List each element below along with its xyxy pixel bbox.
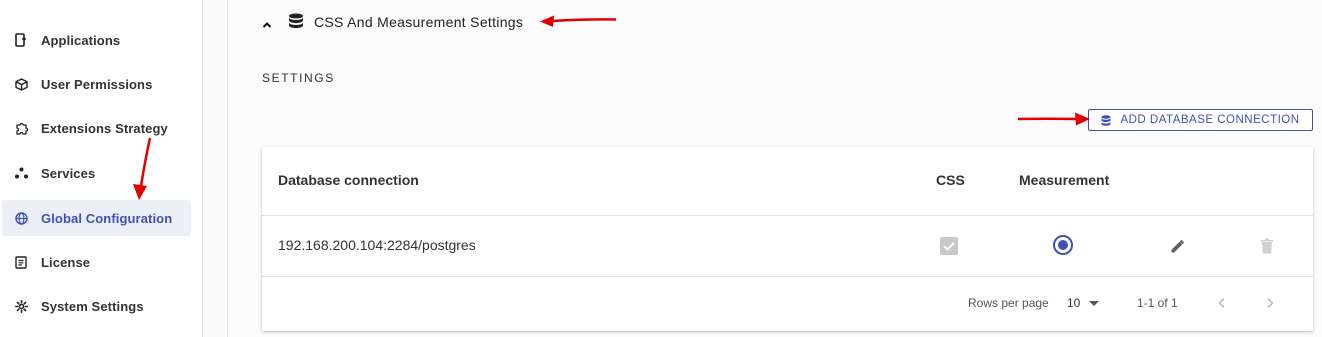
trash-icon[interactable] xyxy=(1259,237,1275,255)
rows-per-page-value: 10 xyxy=(1067,296,1081,310)
annotation-arrow-icon xyxy=(1017,112,1090,126)
chevron-up-icon xyxy=(262,17,272,28)
services-icon xyxy=(14,166,28,180)
pencil-icon[interactable] xyxy=(1169,237,1187,255)
sidebar-item-services[interactable]: Services xyxy=(2,155,191,191)
sidebar-item-applications[interactable]: Applications xyxy=(2,22,191,58)
puzzle-icon xyxy=(14,121,28,135)
section-toggle[interactable]: CSS And Measurement Settings xyxy=(262,10,523,34)
sidebar-item-label: User Permissions xyxy=(41,76,153,92)
add-database-connection-button[interactable]: ADD DATABASE CONNECTION xyxy=(1088,109,1313,131)
sidebar-item-license[interactable]: License xyxy=(2,244,191,280)
sidebar-item-label: Extensions Strategy xyxy=(41,120,168,136)
column-header-measurement: Measurement xyxy=(1019,172,1110,188)
column-header-connection: Database connection xyxy=(278,172,419,188)
applications-icon xyxy=(14,33,28,47)
pagination-range: 1-1 of 1 xyxy=(1137,296,1178,310)
table-row: 192.168.200.104:2284/postgres xyxy=(262,216,1313,277)
scroll-gutter xyxy=(204,0,228,337)
previous-page-button[interactable] xyxy=(1211,292,1233,314)
cube-icon xyxy=(14,77,28,91)
gear-icon xyxy=(14,299,28,313)
sidebar-item-global-configuration[interactable]: Global Configuration xyxy=(2,200,191,236)
document-icon xyxy=(14,255,28,269)
main-content: CSS And Measurement Settings SETTINGS AD… xyxy=(229,0,1322,337)
sidebar-item-label: System Settings xyxy=(41,298,144,314)
section-title: CSS And Measurement Settings xyxy=(314,14,524,30)
connection-cell: 192.168.200.104:2284/postgres xyxy=(278,237,476,253)
connections-table: Database connection CSS Measurement 192.… xyxy=(262,147,1313,331)
column-header-css: CSS xyxy=(936,172,965,188)
caret-down-icon xyxy=(1089,300,1100,306)
measurement-radio[interactable] xyxy=(1053,235,1073,255)
sidebar-item-label: Global Configuration xyxy=(41,210,173,226)
sidebar-item-label: License xyxy=(41,254,91,270)
table-pagination: Rows per page 10 1-1 of 1 xyxy=(262,278,1313,331)
database-icon xyxy=(1101,114,1111,126)
next-page-button[interactable] xyxy=(1259,292,1281,314)
table-header: Database connection CSS Measurement xyxy=(262,147,1313,216)
annotation-arrow-icon xyxy=(540,15,617,27)
sidebar-item-extensions-strategy[interactable]: Extensions Strategy xyxy=(2,110,191,146)
sidebar-item-system-settings[interactable]: System Settings xyxy=(2,288,191,324)
rows-per-page-label: Rows per page xyxy=(968,296,1049,310)
css-checkbox[interactable] xyxy=(940,237,958,255)
sidebar-item-user-permissions[interactable]: User Permissions xyxy=(2,66,191,102)
settings-heading: SETTINGS xyxy=(262,71,335,85)
database-icon xyxy=(288,13,304,31)
sidebar: Applications User Permissions Extensions… xyxy=(0,0,203,337)
annotation-arrow-icon xyxy=(133,137,152,200)
globe-icon xyxy=(14,211,28,225)
sidebar-item-label: Applications xyxy=(41,32,121,48)
rows-per-page-select[interactable]: 10 xyxy=(1067,296,1100,310)
sidebar-item-label: Services xyxy=(41,165,96,181)
add-button-label: ADD DATABASE CONNECTION xyxy=(1120,114,1300,126)
